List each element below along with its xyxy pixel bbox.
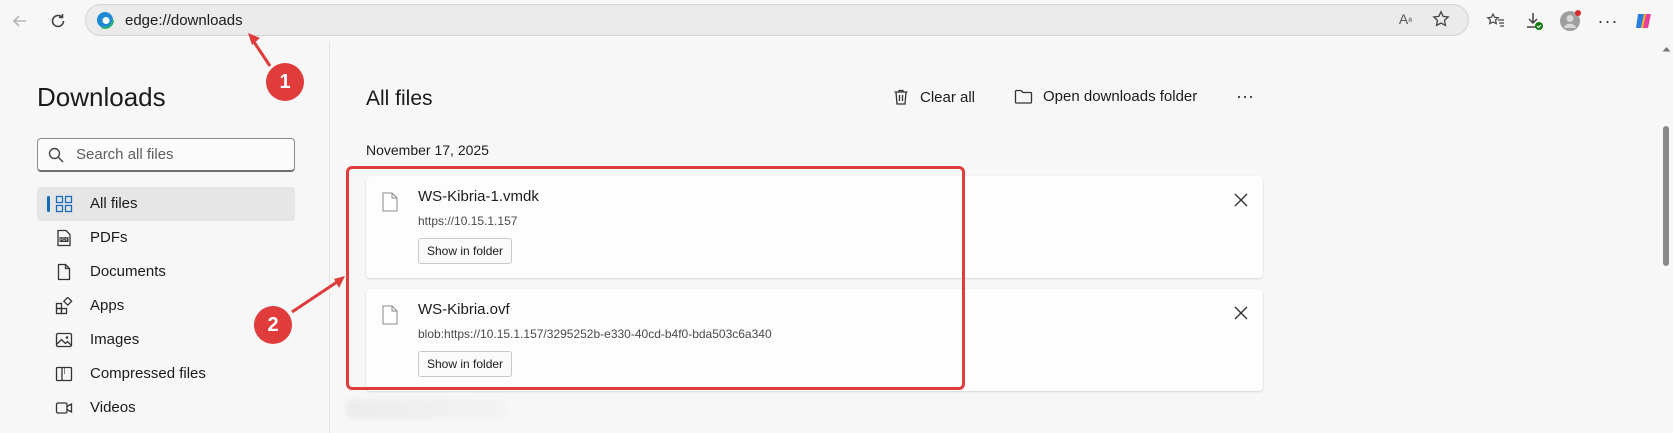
annotation-marker-2: 2 [254, 306, 292, 344]
annotation-arrows [248, 33, 345, 314]
annotation-marker-1: 1 [266, 63, 304, 101]
